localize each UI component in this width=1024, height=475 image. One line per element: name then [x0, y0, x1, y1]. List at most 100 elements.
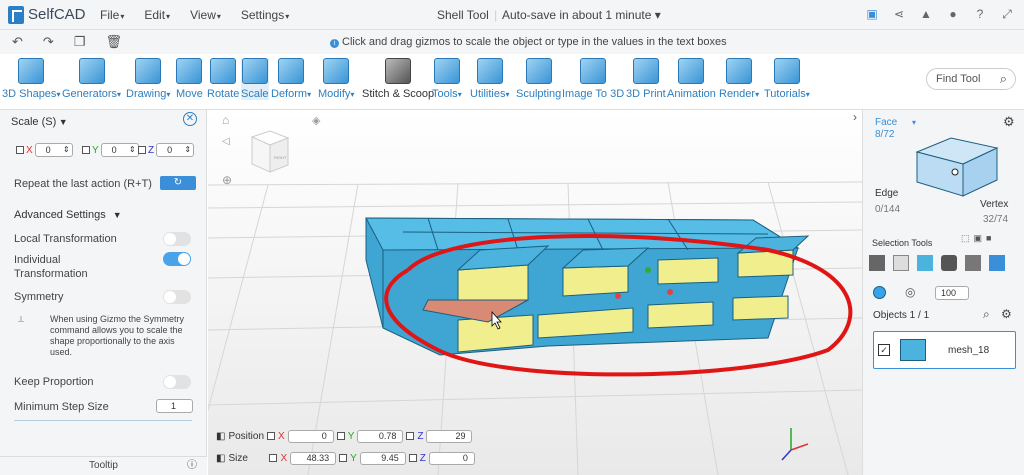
tool-animation[interactable]: Animation	[667, 58, 716, 100]
tool-3d-shapes[interactable]: 3D Shapes	[2, 58, 60, 100]
menu-file[interactable]: File	[100, 8, 124, 22]
tooltip-bar[interactable]: Tooltip ⓘ	[0, 456, 207, 475]
reset-view-icon[interactable]: ⊕	[222, 173, 232, 187]
position-y-input[interactable]: 0.78	[357, 429, 404, 443]
tool-generators[interactable]: Generators	[62, 58, 121, 100]
project-name[interactable]: Shell Tool	[437, 8, 489, 22]
tool-deform[interactable]: Deform	[271, 58, 311, 100]
tool-stitch-scoop[interactable]: Stitch & Scoop	[362, 58, 434, 100]
scale-x-input[interactable]: 0	[34, 143, 73, 157]
tool-image-to-3d[interactable]: Image To 3D	[562, 58, 624, 100]
local-transformation-toggle[interactable]	[163, 232, 191, 246]
delete-icon[interactable]: 🗑	[105, 34, 122, 50]
position-z-input[interactable]: 29	[426, 429, 473, 443]
tool-modify[interactable]: Modify	[318, 58, 354, 100]
menu-edit[interactable]: Edit	[144, 8, 170, 22]
objects-settings-icon[interactable]: ⚙	[1001, 307, 1012, 321]
brush-size-input[interactable]: 100	[935, 286, 969, 300]
minimum-step-input[interactable]: 1	[156, 399, 193, 413]
3d-viewport[interactable]: RIGHT ⌂ ◁ ⊕ ◈	[208, 110, 862, 475]
menu-view[interactable]: View	[190, 8, 221, 22]
tool-scale[interactable]: Scale	[241, 58, 269, 100]
tool-drawing[interactable]: Drawing	[126, 58, 170, 100]
info-icon[interactable]: ⓘ	[187, 457, 197, 475]
pos-z-checkbox[interactable]	[406, 432, 415, 440]
hint-text: Click and drag gizmos to scale the objec…	[330, 36, 727, 48]
find-tool-input[interactable]: Find Tool	[926, 68, 1016, 90]
close-panel-button[interactable]: ✕	[183, 112, 197, 126]
help-icon[interactable]: ?	[973, 7, 987, 21]
scale-y-field: Y 0	[82, 143, 139, 157]
position-x-input[interactable]: 0	[287, 429, 334, 443]
keep-proportion-toggle[interactable]	[163, 375, 191, 389]
pos-y-checkbox[interactable]	[336, 432, 345, 440]
y-checkbox[interactable]	[82, 146, 90, 154]
logo-icon	[8, 5, 24, 24]
select-rect-icon[interactable]: ⬚	[961, 233, 970, 244]
select-brush-icon[interactable]	[989, 255, 1005, 271]
select-cube-icon[interactable]: ▣	[974, 233, 983, 244]
view-up-icon[interactable]: ◁	[222, 136, 230, 147]
undo-icon[interactable]: ↶	[12, 34, 23, 50]
tool-render[interactable]: Render	[719, 58, 759, 100]
face-mode[interactable]: Face ▾	[875, 117, 916, 128]
collapse-right-icon[interactable]: ›	[853, 110, 857, 124]
z-checkbox[interactable]	[138, 146, 146, 154]
face-count: 8/72	[875, 129, 895, 140]
individual-transformation-toggle[interactable]	[163, 252, 191, 266]
share-icon[interactable]: ⋖	[892, 7, 906, 21]
advanced-settings-header[interactable]: Advanced Settings ▼	[14, 209, 122, 221]
repeat-button[interactable]: ↻	[160, 176, 196, 190]
search-objects-icon[interactable]: ⌕	[983, 307, 990, 322]
vertex-label: Vertex	[980, 199, 1009, 210]
tool-utilities[interactable]: Utilities	[470, 58, 509, 100]
size-x-input[interactable]: 48.33	[290, 451, 337, 465]
panel-header[interactable]: Scale (S)	[0, 112, 206, 132]
select-wire-icon[interactable]	[893, 255, 909, 271]
object-row-mesh-18[interactable]: ✓ mesh_18	[873, 331, 1016, 369]
size-z-checkbox[interactable]	[408, 454, 417, 462]
pos-x-checkbox[interactable]	[267, 432, 276, 440]
symmetry-toggle[interactable]	[163, 290, 191, 304]
top-bar: SelfCAD File Edit View Settings Shell To…	[0, 0, 1024, 30]
save-icon[interactable]: ▣	[865, 7, 879, 21]
size-y-input[interactable]: 9.45	[359, 451, 406, 465]
autosave-status[interactable]: Auto-save in about 1 minute ▾	[502, 8, 661, 22]
menu-settings[interactable]: Settings	[241, 8, 289, 22]
size-z-input[interactable]: 0	[428, 451, 475, 465]
sphere-brush-icon[interactable]: ◎	[905, 285, 915, 299]
tool-move[interactable]: Move	[176, 58, 203, 100]
size-x-checkbox[interactable]	[269, 454, 278, 462]
fullscreen-icon[interactable]: ⤢	[1000, 7, 1014, 21]
scale-y-input[interactable]: 0	[100, 143, 139, 157]
size-y-checkbox[interactable]	[339, 454, 348, 462]
color-dot-icon[interactable]	[873, 286, 886, 299]
scale-z-input[interactable]: 0	[156, 143, 195, 157]
redo-icon[interactable]: ↷	[43, 34, 54, 50]
copy-icon[interactable]: ❐	[74, 34, 86, 50]
notification-bell-icon[interactable]: ▲	[919, 7, 933, 21]
symmetry-axis-icon: ⟂	[18, 314, 25, 324]
x-checkbox[interactable]	[16, 146, 24, 154]
tool-rotate[interactable]: Rotate	[207, 58, 239, 100]
object-checkbox[interactable]: ✓	[878, 344, 890, 356]
keep-proportion-label: Keep Proportion	[14, 376, 94, 388]
home-view-icon[interactable]: ⌂	[222, 113, 229, 127]
view-cube[interactable]: RIGHT	[250, 130, 290, 173]
select-plane-icon[interactable]	[965, 255, 981, 271]
mesh-object[interactable]	[365, 217, 810, 356]
user-icon[interactable]: ●	[946, 7, 960, 21]
select-all-icon[interactable]: ■	[986, 233, 991, 244]
tool-sculpting[interactable]: Sculpting	[516, 58, 561, 100]
modify-icon	[323, 58, 350, 84]
select-loop-icon[interactable]	[941, 255, 957, 271]
tool-tools[interactable]: Tools	[432, 58, 462, 100]
selfcad-logo[interactable]: SelfCAD	[8, 5, 88, 24]
tool-3d-print[interactable]: 3D Print	[626, 58, 666, 100]
settings-gear-icon[interactable]: ⚙	[1003, 114, 1015, 130]
tool-tutorials[interactable]: Tutorials	[764, 58, 810, 100]
select-solid-icon[interactable]	[869, 255, 885, 271]
position-row: ◧ Position X 0 Y 0.78 Z 29	[216, 429, 475, 443]
camera-icon[interactable]: ◈	[312, 115, 321, 127]
select-face-icon[interactable]	[917, 255, 933, 271]
